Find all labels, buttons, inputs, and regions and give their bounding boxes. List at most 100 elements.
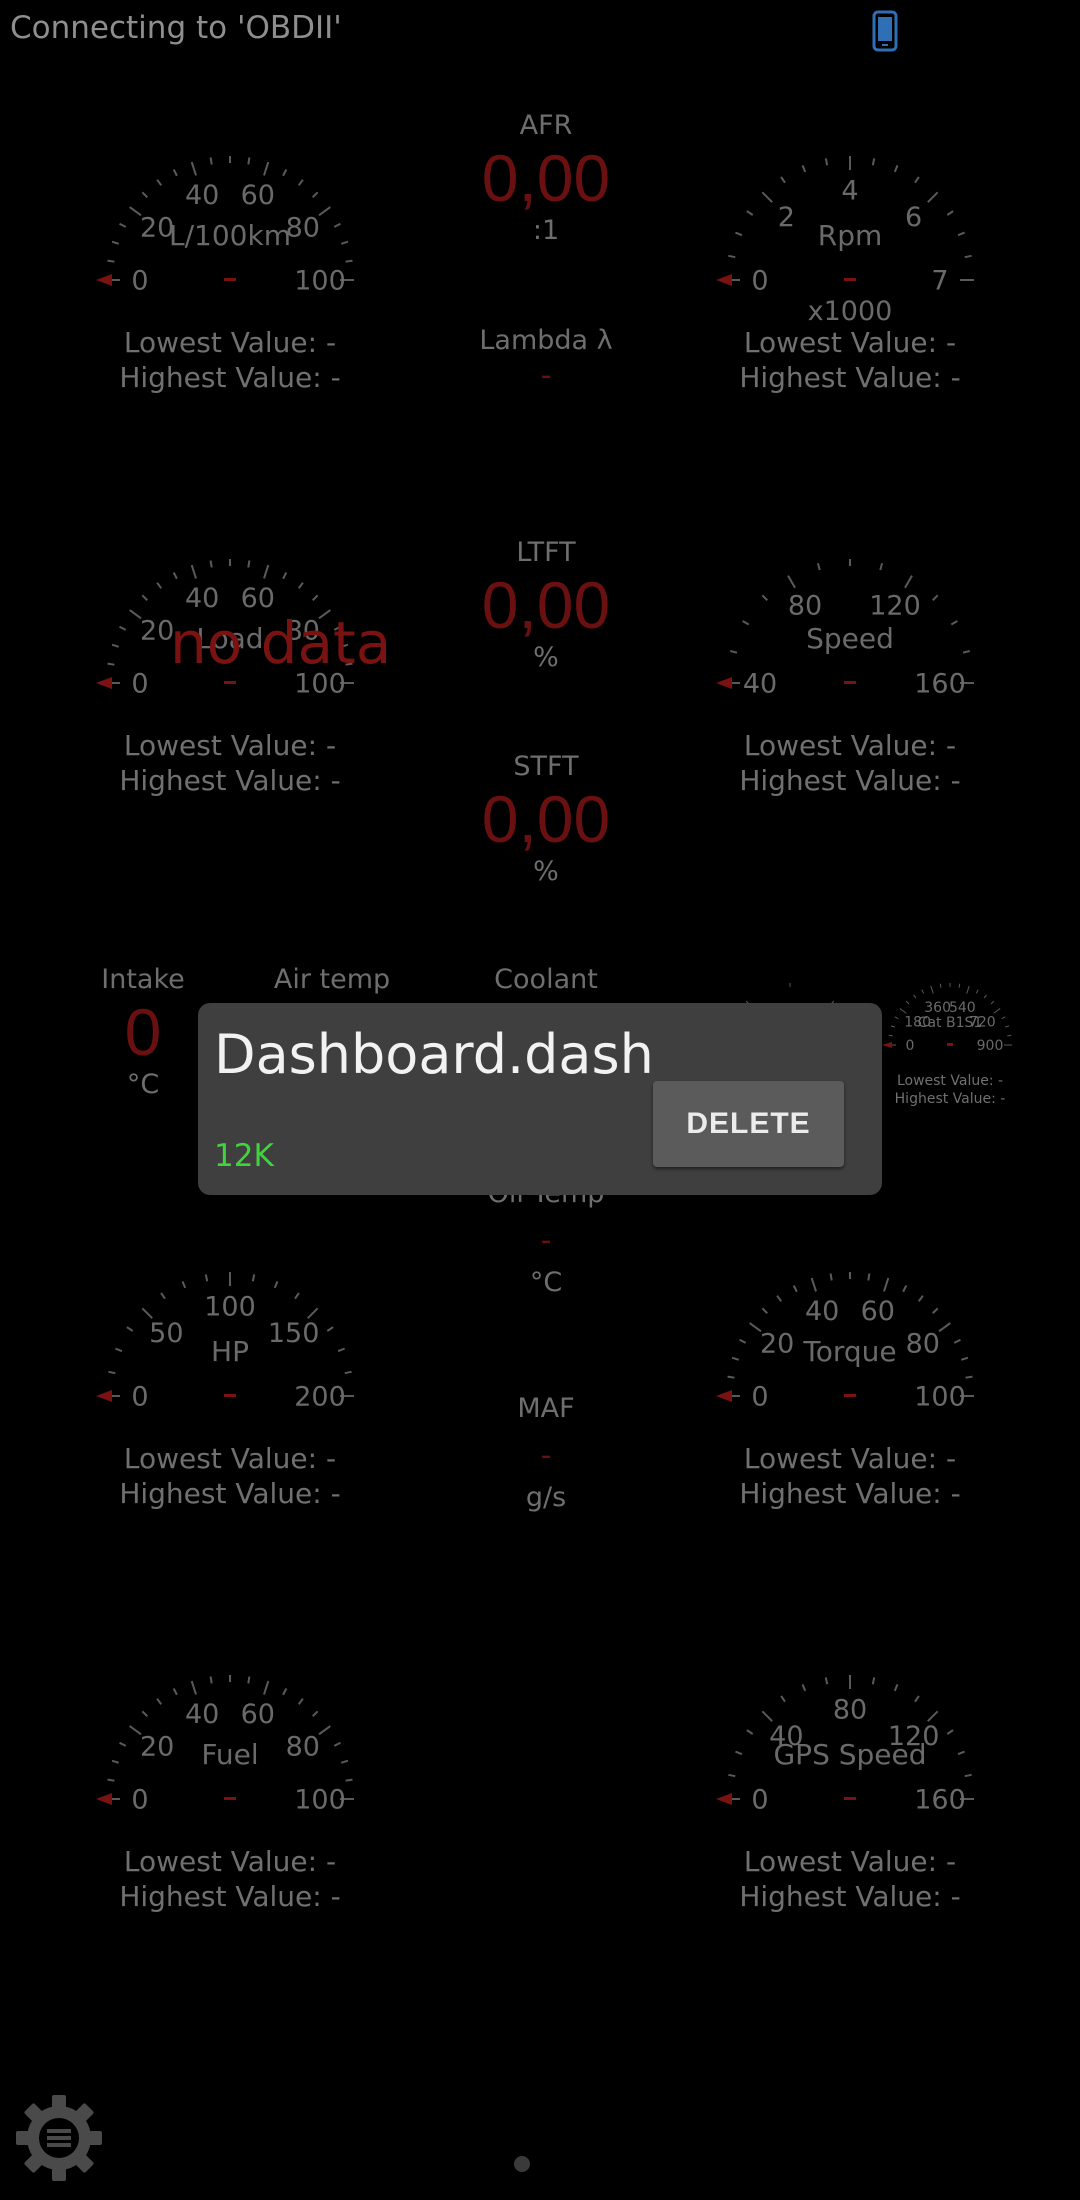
gauge-tick <box>867 1273 871 1281</box>
gauge-label: Cat B1S1 <box>918 1015 983 1031</box>
gauge-minmax: Lowest Value: - Highest Value: - <box>650 728 1050 798</box>
gauge-tick <box>263 564 270 579</box>
readout-ltft[interactable]: LTFT 0,00 % <box>396 537 696 673</box>
gauge-tick <box>333 1741 341 1747</box>
gauge-gps-speed[interactable]: 0 40 80 120 160 GPS Speed Lowest Value: - Highe… <box>650 1629 1050 1929</box>
afr-value: 0,00 <box>481 141 611 215</box>
stft-unit: % <box>533 856 559 887</box>
gauge-tick <box>294 1292 300 1300</box>
gauge-tick <box>119 1741 127 1747</box>
gauge-tick <box>273 1281 279 1289</box>
gauge-tick <box>282 169 288 177</box>
gauge-tick <box>209 560 213 568</box>
gauge-speed[interactable]: 40 80 120 160 Speed Lowest Value: - Highest Va… <box>650 513 1050 813</box>
gauge-fuel[interactable]: 0 20 40 60 80 100 Fuel Lowest Value: - Highest V… <box>30 1629 430 1929</box>
gauge-tick <box>960 1356 969 1361</box>
gauge-hp[interactable]: 0 50 100 150 200 HP Lowest Value: - Highest Val… <box>30 1226 430 1526</box>
gauge-tick <box>312 1710 319 1717</box>
gauge-tick-label: 80 <box>286 1732 320 1763</box>
readout-coolant[interactable]: Coolant <box>396 964 696 995</box>
maf-unit: g/s <box>525 1482 567 1513</box>
gauge-tick <box>776 1295 783 1302</box>
gauge-tick-label: 0 <box>131 265 148 296</box>
readout-lambda[interactable]: Lambda λ - <box>396 325 696 396</box>
gauge-tick-label: 0 <box>131 668 148 699</box>
gauge-tick <box>1005 1025 1010 1028</box>
gauge-tick <box>927 191 939 203</box>
gauge-tick <box>345 259 353 263</box>
gauge-tick <box>111 240 120 245</box>
gauge-tick <box>958 983 961 988</box>
gauge-tick <box>899 1008 907 1014</box>
highest-value: Highest Value: - <box>119 764 341 797</box>
gauge-tick-label: 6 <box>905 202 922 233</box>
gauge-tick <box>727 1375 735 1379</box>
gauge-tick-label: 50 <box>149 1318 183 1349</box>
gauge-minmax: Lowest Value: - Highest Value: - <box>650 1441 1050 1511</box>
highest-value: Highest Value: - <box>119 1477 341 1510</box>
gauge-tick <box>810 1277 817 1292</box>
gauge-tick <box>111 1759 120 1764</box>
gauge-tick <box>824 158 829 166</box>
gear-menu-icon[interactable] <box>14 2093 104 2183</box>
gauge-tick <box>950 620 958 626</box>
gauge-tick <box>160 1292 166 1300</box>
gauge-tick <box>141 191 148 198</box>
gauge-tick <box>181 1281 187 1289</box>
gauge-minmax: Lowest Value: - Highest Value: - <box>30 1844 430 1914</box>
connection-status: Connecting to 'OBDII' <box>10 10 342 46</box>
gauge-tick-label: 900 <box>977 1038 1004 1054</box>
gauge-tick <box>780 176 786 184</box>
gauge-tick <box>1001 1016 1006 1020</box>
file-dialog: Dashboard.dash 12K DELETE <box>198 1003 882 1195</box>
gauge-tick-label: 100 <box>294 265 346 296</box>
gauge-tick <box>921 989 925 994</box>
gauge-tick-label: 0 <box>131 1784 148 1815</box>
oil-temp-unit: °C <box>529 1267 563 1298</box>
delete-button[interactable]: DELETE <box>653 1081 844 1167</box>
dialog-file-size: 12K <box>214 1138 274 1174</box>
lowest-value: Lowest Value: - <box>123 1442 337 1475</box>
gauge-needle <box>716 1390 732 1402</box>
readout-afr[interactable]: AFR 0,00 :1 <box>396 110 696 246</box>
readout-stft[interactable]: STFT 0,00 % <box>396 751 696 887</box>
gauge-tick <box>816 562 821 571</box>
gauge-tick <box>913 994 917 999</box>
gauge-load[interactable]: 0 20 40 60 80 100 Load no data Lowest Value: - Hi… <box>30 513 430 813</box>
readout-maf[interactable]: MAF - g/s <box>396 1393 696 1513</box>
gauge-center-mark <box>844 278 856 281</box>
gauge-tick <box>742 620 750 626</box>
readout-oil-temp[interactable]: Oil Temp - °C <box>396 1178 696 1298</box>
oil-temp-value: - <box>540 1223 552 1258</box>
gauge-needle <box>96 274 112 286</box>
gauge-tick <box>263 1680 270 1695</box>
gauge-tick <box>965 1375 973 1379</box>
gauge-tick <box>247 1676 251 1684</box>
gauge-torque[interactable]: 0 20 40 60 80 100 Torque Lowest Value: - Highest… <box>650 1226 1050 1526</box>
gauge-tick <box>917 1295 924 1302</box>
gauge-tick <box>883 1277 890 1292</box>
gauge-minmax: Lowest Value: - Highest Value: - <box>650 1844 1050 1914</box>
gauge-fuel-economy[interactable]: 0 20 40 60 80 100 L/100km Lowest Value: - Highes… <box>30 110 430 410</box>
gauge-tick-label: 60 <box>241 1699 275 1730</box>
gauge-rpm[interactable]: 0 2 4 6 7 Rpm x1000 Lowest Value: - Highest Valu… <box>650 110 1050 410</box>
gauge-tick-label: 150 <box>268 1318 320 1349</box>
gauge-tick-label: 160 <box>914 668 966 699</box>
gauge-tick <box>761 1710 773 1722</box>
gauge-tick <box>297 179 304 186</box>
gauge-tick <box>932 1307 939 1314</box>
lambda-title: Lambda λ <box>479 325 613 356</box>
gauge-tick <box>890 1025 895 1028</box>
gauge-needle <box>96 1390 112 1402</box>
lowest-value: Lowest Value: - <box>743 326 957 359</box>
gauge-tick <box>318 1725 331 1736</box>
gauge-tick <box>904 575 913 589</box>
gauge-tick <box>337 1347 345 1353</box>
gauge-center-mark <box>224 681 236 684</box>
gauge-label: Speed <box>806 622 894 655</box>
ltft-title: LTFT <box>516 537 576 568</box>
gauge-tick-label: 0 <box>131 1381 148 1412</box>
gauge-tick <box>263 161 270 176</box>
gauge-no-data: no data <box>170 609 392 677</box>
gauge-tick-label: 20 <box>760 1329 794 1360</box>
